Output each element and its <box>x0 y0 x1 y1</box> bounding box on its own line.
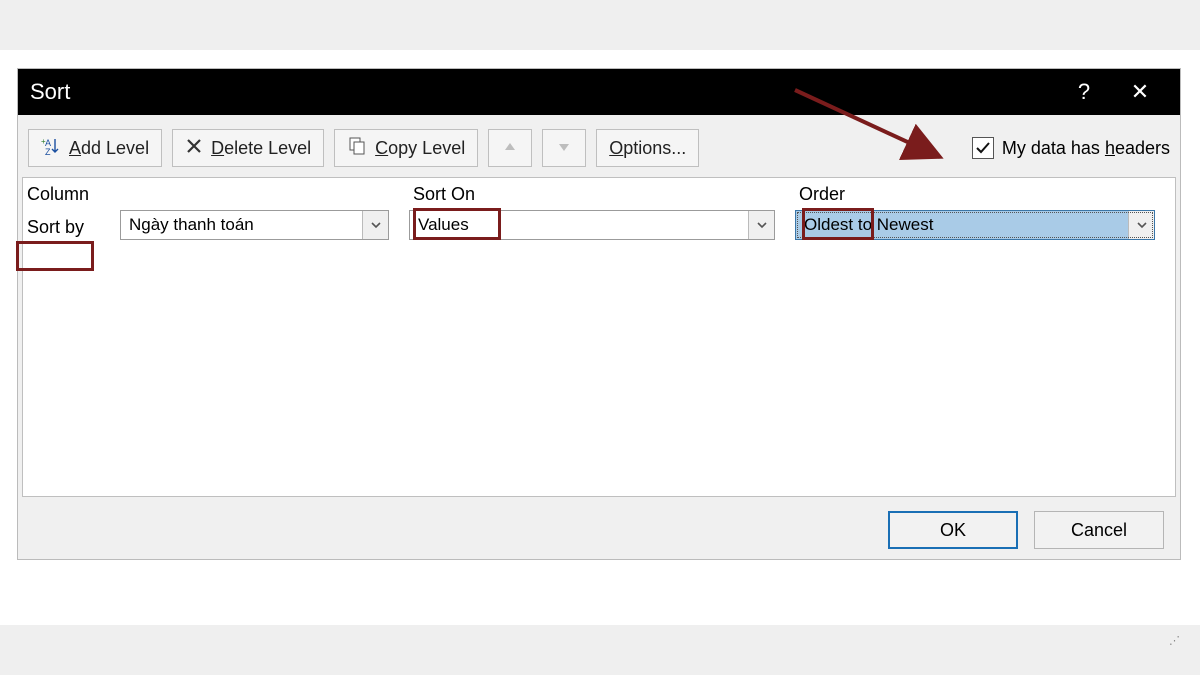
headers-label: My data has headers <box>1002 138 1170 159</box>
ok-button[interactable]: OK <box>888 511 1018 549</box>
resize-grip-icon[interactable]: ⋰ <box>1169 634 1180 647</box>
sort-by-label: Sort by <box>23 210 120 244</box>
title-bar: Sort ? ✕ <box>18 69 1180 115</box>
sort-level-row: Sort by Ngày thanh toán Values <box>23 210 1175 244</box>
add-level-label: Add Level <box>69 138 149 159</box>
triangle-down-icon <box>557 138 571 159</box>
copy-level-label: Copy Level <box>375 138 465 159</box>
check-icon <box>975 140 991 156</box>
dialog-title: Sort <box>30 79 1056 105</box>
order-header: Order <box>795 178 1175 210</box>
grid-header: Column Sort On Order <box>23 178 1175 210</box>
add-level-button[interactable]: +AZ Add Level <box>28 129 162 167</box>
headers-checkbox[interactable] <box>972 137 994 159</box>
column-dropdown[interactable]: Ngày thanh toán <box>120 210 389 240</box>
column-value: Ngày thanh toán <box>121 215 362 235</box>
options-label: Options... <box>609 138 686 159</box>
cancel-button[interactable]: Cancel <box>1034 511 1164 549</box>
chevron-down-icon <box>748 211 774 239</box>
triangle-up-icon <box>503 138 517 159</box>
sort-on-header: Sort On <box>409 178 795 210</box>
svg-text:Z: Z <box>45 147 51 156</box>
sort-az-icon: +AZ <box>41 136 61 161</box>
headers-checkbox-group[interactable]: My data has headers <box>972 137 1170 159</box>
order-value: Oldest to Newest <box>796 215 1128 235</box>
chevron-down-icon <box>362 211 388 239</box>
delete-level-label: Delete Level <box>211 138 311 159</box>
chevron-down-icon <box>1128 211 1154 239</box>
move-up-button[interactable] <box>488 129 532 167</box>
toolbar: +AZ Add Level Delete Level Copy Level <box>18 115 1180 177</box>
options-button[interactable]: Options... <box>596 129 699 167</box>
column-header: Column <box>23 178 409 210</box>
close-button[interactable]: ✕ <box>1112 69 1168 115</box>
dialog-footer: OK Cancel <box>18 497 1180 559</box>
sort-on-value: Values <box>410 215 748 235</box>
copy-icon <box>347 136 367 161</box>
copy-level-button[interactable]: Copy Level <box>334 129 478 167</box>
sort-dialog: Sort ? ✕ +AZ Add Level Delete Level Copy… <box>17 68 1181 560</box>
sort-levels-grid: Column Sort On Order Sort by Ngày thanh … <box>22 177 1176 497</box>
sort-on-dropdown[interactable]: Values <box>409 210 775 240</box>
delete-x-icon <box>185 137 203 160</box>
move-down-button[interactable] <box>542 129 586 167</box>
order-dropdown[interactable]: Oldest to Newest <box>795 210 1155 240</box>
delete-level-button[interactable]: Delete Level <box>172 129 324 167</box>
help-button[interactable]: ? <box>1056 69 1112 115</box>
